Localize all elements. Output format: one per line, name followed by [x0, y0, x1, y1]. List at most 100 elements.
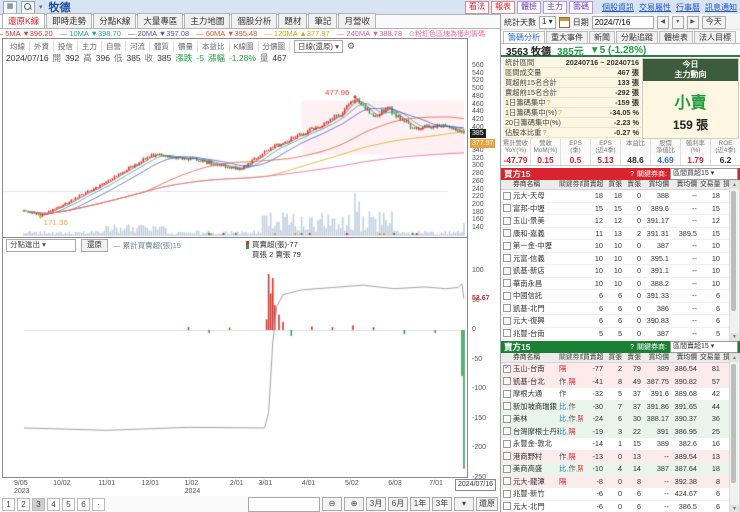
table-row[interactable]: 元大-北門-606--386.561 [501, 500, 729, 512]
column-header[interactable]: 賣均價 [672, 353, 700, 362]
help-icon[interactable]: ? [630, 171, 634, 178]
today-button[interactable]: 今天 [701, 15, 726, 29]
help-icon[interactable]: ? [558, 108, 562, 117]
column-header[interactable]: 交易量 [700, 353, 723, 362]
analysis-tab[interactable]: 新聞 [589, 31, 615, 43]
zoom-out-button[interactable]: ⊖ [322, 497, 342, 511]
column-header[interactable]: 券商名稱 [513, 353, 559, 362]
chart-tool-item[interactable]: 主力 [78, 40, 102, 52]
left-tab[interactable]: 即時走勢 [46, 13, 93, 28]
left-tab[interactable]: 還原K線 [2, 13, 46, 28]
table-row[interactable]: 台灣摩根士丹利比,隔-19322391386.95252 [501, 425, 729, 438]
range-button[interactable]: 1年 [410, 497, 430, 511]
range-reset-button[interactable]: 還原 [476, 497, 498, 511]
left-tab[interactable]: 分點K線 [93, 13, 137, 28]
table-row[interactable]: 康和-嘉義11132391.31389.515-7 [501, 227, 729, 240]
table-row[interactable]: 港商野村作,隔-13013--389.54136 [501, 450, 729, 463]
analysis-tab[interactable]: 體檢表 [659, 31, 693, 43]
chart-tool-item[interactable]: K線圖 [230, 40, 259, 52]
topbar-button[interactable]: 看法 [465, 0, 489, 14]
column-header[interactable]: 買賣超 [583, 180, 606, 189]
table-row[interactable]: 永豐金-敦北-14115389382.61611 [501, 438, 729, 451]
topbar-button[interactable]: 報表 [491, 0, 515, 14]
left-tab[interactable]: 主力地圖 [184, 13, 231, 28]
page-button[interactable]: 3 [32, 497, 45, 511]
row-checkbox[interactable]: ✓ [503, 364, 511, 373]
sell-filter-select[interactable]: 區間賣超15 ▾ [670, 341, 738, 353]
row-checkbox[interactable] [503, 266, 511, 275]
column-header[interactable]: 買均價 [644, 353, 672, 362]
scroll-thumb[interactable] [731, 364, 736, 483]
row-checkbox[interactable] [503, 329, 511, 338]
chart-tool-item[interactable]: 均線 [6, 40, 30, 52]
chart-tool-item[interactable]: 體質 [150, 40, 174, 52]
restore-button[interactable]: 還原 [81, 238, 108, 252]
analysis-tab[interactable]: 法人目標 [694, 31, 736, 43]
row-checkbox[interactable] [503, 489, 511, 498]
help-icon[interactable]: ? [547, 98, 551, 107]
column-header[interactable]: 關鍵券商 [559, 353, 583, 362]
column-header[interactable]: 賣張 [625, 180, 644, 189]
left-tab[interactable]: 個股分析 [231, 13, 278, 28]
scroll-down-icon[interactable]: ▼ [730, 505, 739, 512]
column-checkbox[interactable] [501, 180, 513, 189]
table-row[interactable]: 華南永昌10100388.2--10-3 [501, 277, 729, 290]
zoom-in-button[interactable]: ⊕ [344, 497, 364, 511]
row-checkbox[interactable] [503, 452, 511, 461]
chart-tool-item[interactable]: 外資 [30, 40, 54, 52]
page-button[interactable]: 5 [62, 497, 75, 511]
date-more-button[interactable]: ▾ [671, 15, 684, 29]
column-header[interactable]: 買賣超 [583, 353, 606, 362]
topbar-link[interactable]: 個股資訊 [602, 2, 634, 13]
table-row[interactable]: 新加坡商瑞銀比,作-30737391.86391.654420 [501, 400, 729, 413]
stat-days-select[interactable]: 1 ▾ [539, 15, 556, 29]
column-header[interactable]: 關鍵券商 [559, 180, 583, 189]
help-icon[interactable]: ? [630, 344, 634, 351]
scroll-up-icon[interactable]: ▲ [730, 354, 739, 362]
table-row[interactable]: 美商高盛比,作,隔-10414387387.64183 [501, 463, 729, 476]
column-checkbox[interactable] [501, 353, 513, 362]
broker-flow-canvas[interactable] [3, 262, 467, 478]
left-tab[interactable]: 筆記 [308, 13, 338, 28]
row-checkbox[interactable] [503, 377, 511, 386]
calendar-icon[interactable] [558, 16, 570, 28]
left-tab[interactable]: 題材 [278, 13, 308, 28]
column-header[interactable]: 賣張 [625, 353, 644, 362]
table-row[interactable]: 兆豐-台南550387--5-6 [501, 327, 729, 340]
topbar-button[interactable]: 體檢 [517, 0, 541, 14]
row-checkbox[interactable] [503, 477, 511, 486]
date-prev-button[interactable]: ◀ [656, 15, 669, 29]
row-checkbox[interactable] [503, 216, 511, 225]
period-select[interactable]: 日線(還原) ▾ [294, 39, 343, 53]
sell-table-scrollbar[interactable]: ▲ ▼ [729, 353, 740, 512]
column-header[interactable]: 券商名稱 [513, 180, 559, 189]
left-tab[interactable]: 月營收 [338, 13, 376, 28]
table-row[interactable]: 富邦-中壢15150389.6--15-7 [501, 202, 729, 215]
page-button[interactable]: 2 [17, 497, 30, 511]
table-row[interactable]: 兆豐-新竹-606--424.67618 [501, 488, 729, 501]
table-row[interactable]: 凱基-北門660386--6-1 [501, 302, 729, 315]
scroll-up-icon[interactable]: ▲ [730, 181, 739, 189]
chevron-down-icon[interactable]: ▾ [39, 3, 43, 11]
row-checkbox[interactable] [503, 191, 511, 200]
topbar-link[interactable]: 訊息通知 [705, 2, 737, 13]
table-row[interactable]: 凱基-台北作,隔-41849387.75390.825726 [501, 375, 729, 388]
row-checkbox[interactable] [503, 439, 511, 448]
chart-tool-item[interactable]: 價量 [174, 40, 198, 52]
row-checkbox[interactable] [503, 241, 511, 250]
row-checkbox[interactable] [503, 402, 511, 411]
grid-icon[interactable]: ▦ [3, 0, 17, 14]
row-checkbox[interactable] [503, 304, 511, 313]
column-header[interactable]: 買張 [606, 353, 625, 362]
search-icon[interactable] [21, 0, 35, 14]
page-button[interactable]: · [92, 497, 105, 511]
row-checkbox[interactable] [503, 427, 511, 436]
table-row[interactable]: ✓玉山-台南隔-77279389386.548111 [501, 363, 729, 376]
row-checkbox[interactable] [503, 204, 511, 213]
column-header[interactable]: 賣均價 [672, 180, 700, 189]
gear-icon[interactable]: ⚙ [347, 41, 355, 52]
range-button[interactable]: 6月 [388, 497, 408, 511]
flow-mode-select[interactable]: 分點進出 ▾ [6, 238, 76, 252]
row-checkbox[interactable] [503, 414, 511, 423]
scroll-down-icon[interactable]: ▼ [730, 333, 739, 341]
